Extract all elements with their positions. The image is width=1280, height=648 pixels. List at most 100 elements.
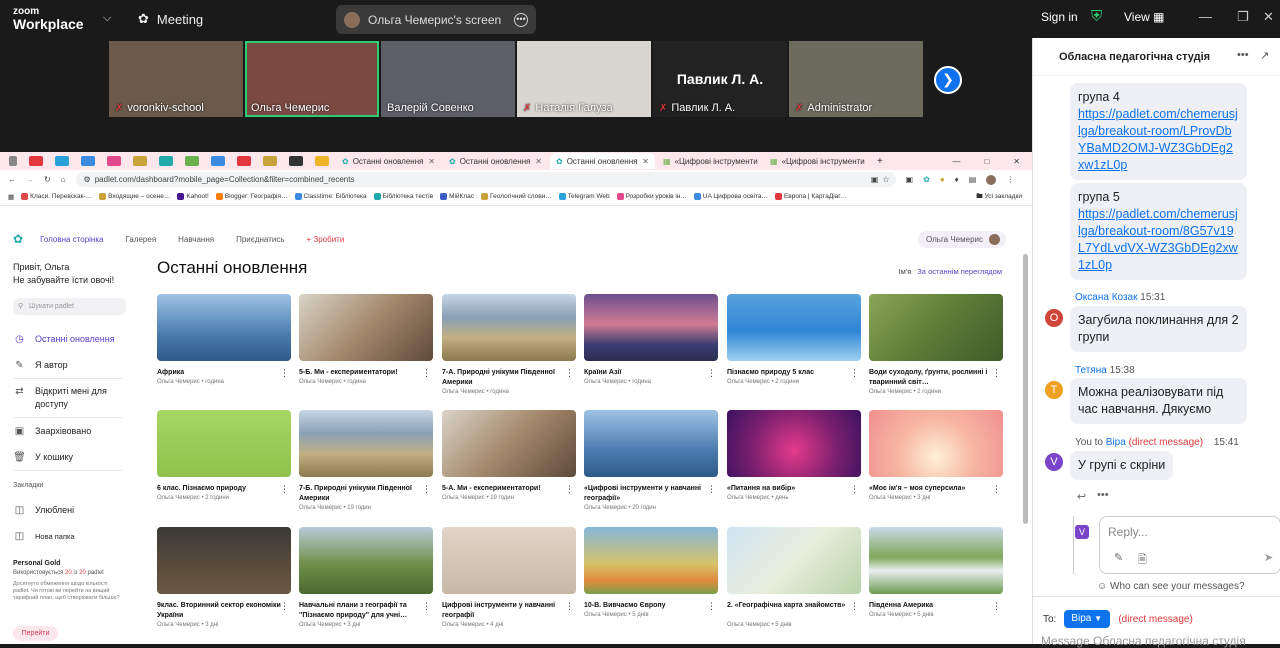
nav-learn[interactable]: Навчання — [178, 235, 214, 244]
site-info-icon[interactable]: ⚙ — [84, 175, 91, 184]
pinned-tab-icon[interactable] — [289, 156, 303, 166]
more-icon[interactable]: ⋮ — [850, 601, 859, 612]
chevron-down-icon[interactable]: ⌵ — [103, 12, 111, 25]
more-icon[interactable]: ⋮ — [992, 484, 1001, 495]
pinned-tab-icon[interactable] — [107, 156, 121, 166]
padlet-card[interactable]: Води суходолу, ґрунти, рослинні і тварин… — [869, 294, 1003, 395]
pinned-tab-icon[interactable] — [55, 156, 69, 166]
sidebar-item-archived[interactable]: ▣Заархівовано — [13, 425, 91, 438]
sidebar-icon[interactable]: ▤ — [969, 175, 977, 184]
padlet-card[interactable]: 10-В. Вивчаємо ЄвропуОльга Чемерис • 5 д… — [584, 527, 718, 618]
sign-in-button[interactable]: Sign in — [1041, 10, 1078, 24]
padlet-card[interactable]: 9клас. Вторинний сектор економіки Україн… — [157, 527, 291, 628]
minimize-icon[interactable]: — — [1199, 9, 1212, 24]
restore-icon[interactable]: ❐ — [1237, 9, 1249, 25]
sidebar-item-recent[interactable]: ◷Останні оновлення — [13, 333, 115, 346]
message-link[interactable]: https://padlet.com/chemerusjlga/breakout… — [1078, 107, 1238, 172]
more-icon[interactable]: ⋮ — [707, 484, 716, 495]
recipient-select[interactable]: Віра ▼ — [1064, 610, 1110, 628]
bookmark[interactable]: Бібліотека тестів — [374, 193, 433, 200]
close-icon[interactable]: ✕ — [428, 157, 435, 166]
more-icon[interactable]: ⋮ — [992, 368, 1001, 379]
more-icon[interactable]: ⋮ — [565, 601, 574, 612]
participant-tile[interactable]: ✗Наталія Галуза — [517, 41, 651, 117]
scrollbar[interactable] — [1023, 254, 1028, 524]
participant-tile-active[interactable]: Ольга Чемерис — [245, 41, 379, 117]
padlet-card[interactable]: Країни АзіїОльга Чемерис • година⋮ — [584, 294, 718, 385]
padlet-card[interactable]: АфрикаОльга Чемерис • година⋮ — [157, 294, 291, 385]
close-icon[interactable]: ✕ — [1263, 9, 1274, 25]
more-icon[interactable]: ⋮ — [992, 601, 1001, 612]
extension-icon[interactable]: ✿ — [923, 175, 930, 184]
tab-list-icon[interactable] — [9, 156, 17, 166]
participant-tile[interactable]: ✗voronkiv-school — [109, 41, 243, 117]
bookmark[interactable]: Kahoot! — [177, 193, 208, 200]
more-icon[interactable]: ••• — [1097, 489, 1109, 501]
participant-tile[interactable]: ✗Administrator — [789, 41, 923, 117]
more-icon[interactable]: ••• — [1237, 49, 1249, 61]
bookmark[interactable]: Европа | КартаДіаг… — [775, 193, 847, 200]
meeting-button[interactable]: ✿ Meeting — [138, 11, 203, 27]
puzzle-icon[interactable]: ♦ — [955, 175, 959, 184]
close-icon[interactable]: ✕ — [642, 157, 649, 166]
padlet-card[interactable]: 5-А. Ми - експериментатори!Ольга Чемерис… — [442, 410, 576, 501]
browser-tab[interactable]: ✿Останні оновлення✕ — [336, 153, 441, 169]
bookmark[interactable]: МійКлас — [440, 193, 474, 200]
who-can-see-link[interactable]: ☺ Who can see your messages? — [1097, 581, 1245, 592]
more-icon[interactable]: ⋮ — [280, 368, 289, 379]
sidebar-item-favorites[interactable]: ◫Улюблені — [13, 504, 74, 517]
pinned-tab-icon[interactable] — [263, 156, 277, 166]
padlet-card[interactable]: «Моє ім'я – моя суперсила»Ольга Чемерис … — [869, 410, 1003, 501]
pinned-tab-icon[interactable] — [315, 156, 329, 166]
nav-gallery[interactable]: Галерея — [125, 235, 156, 244]
upgrade-button[interactable]: Перейти — [13, 626, 58, 641]
bookmark[interactable]: Розробки уроків ін… — [617, 193, 687, 200]
padlet-card[interactable]: «Питання на вибір»Ольга Чемерис • день⋮ — [727, 410, 861, 501]
sidebar-item-new-folder[interactable]: ◫Нова папка — [13, 530, 75, 543]
message-input[interactable]: Message Обласна педагогічна студія — [1041, 634, 1277, 648]
pinned-tab-icon[interactable] — [211, 156, 225, 166]
pop-out-icon[interactable]: ↗ — [1260, 49, 1269, 62]
all-bookmarks[interactable]: 🖿 Усі закладки — [976, 192, 1022, 203]
participant-tile[interactable]: Павлик Л. А. ✗Павлик Л. А. — [653, 41, 787, 117]
sort-control[interactable]: Ім'яЗа останнім переглядом — [899, 267, 1002, 276]
message-link[interactable]: https://padlet.com/chemerusjlga/breakout… — [1078, 207, 1238, 272]
url-field[interactable]: ⚙ padlet.com/dashboard?mobile_page=Colle… — [76, 172, 896, 187]
padlet-card[interactable]: 7-А. Природні унікуми Південної АмерикиО… — [442, 294, 576, 395]
pinned-tab-icon[interactable] — [185, 156, 199, 166]
new-tab-icon[interactable]: + — [877, 156, 883, 167]
star-icon[interactable]: ☆ — [882, 175, 889, 184]
bookmark[interactable]: Геологічний словн… — [481, 193, 552, 200]
send-icon[interactable]: ➤ — [1264, 551, 1273, 564]
pinned-tab-icon[interactable] — [81, 156, 95, 166]
padlet-card[interactable]: 7-Б. Природні унікуми Південної АмерикиО… — [299, 410, 433, 511]
pinned-tab-icon[interactable] — [159, 156, 173, 166]
more-icon[interactable]: ⋮ — [850, 368, 859, 379]
browser-tab[interactable]: ▦«Цифрові інструменти✕ — [657, 153, 762, 169]
more-icon[interactable]: ⋮ — [707, 368, 716, 379]
pinned-tab-icon[interactable] — [29, 156, 43, 166]
screen-share-indicator[interactable]: Ольга Чемерис's screen ••• — [336, 5, 536, 34]
padlet-card[interactable]: Цифрові інструменти у навчанні географії… — [442, 527, 576, 628]
user-menu[interactable]: Ольга Чемерис — [918, 231, 1006, 248]
more-icon[interactable]: ⋮ — [422, 368, 431, 379]
more-icon[interactable]: ⋮ — [422, 601, 431, 612]
close-icon[interactable]: ✕ — [535, 157, 542, 166]
more-icon[interactable]: ⋮ — [280, 484, 289, 495]
nav-join[interactable]: Приєднатись — [236, 235, 284, 244]
participant-tile[interactable]: Валерій Совенко — [381, 41, 515, 117]
padlet-card[interactable]: Південна АмерикаОльга Чемерис • 5 днів⋮ — [869, 527, 1003, 618]
padlet-card[interactable]: 2. «Географічна карта знайомств»Ольга Че… — [727, 527, 861, 628]
padlet-card[interactable]: Пізнаємо природу 5 класОльга Чемерис • 2… — [727, 294, 861, 385]
browser-tab[interactable]: ✿Останні оновлення✕ — [443, 153, 548, 169]
file-icon[interactable]: 🗎 — [1138, 551, 1147, 570]
more-icon[interactable]: ⋮ — [422, 484, 431, 495]
restore-icon[interactable]: □ — [984, 157, 989, 166]
extension-icon[interactable]: ● — [940, 175, 945, 184]
reply-input[interactable]: Reply... ✎ 🗎 ➤ — [1099, 516, 1280, 574]
bookmark[interactable]: Classtime: Бібліотека — [295, 193, 367, 200]
sidebar-item-trash[interactable]: 🗑У кошику — [13, 451, 73, 464]
view-button[interactable]: View ▦ — [1124, 10, 1164, 24]
apps-icon[interactable]: ▦ — [8, 193, 14, 201]
padlet-card[interactable]: 5-Б. Ми - експериментатори!Ольга Чемерис… — [299, 294, 433, 385]
